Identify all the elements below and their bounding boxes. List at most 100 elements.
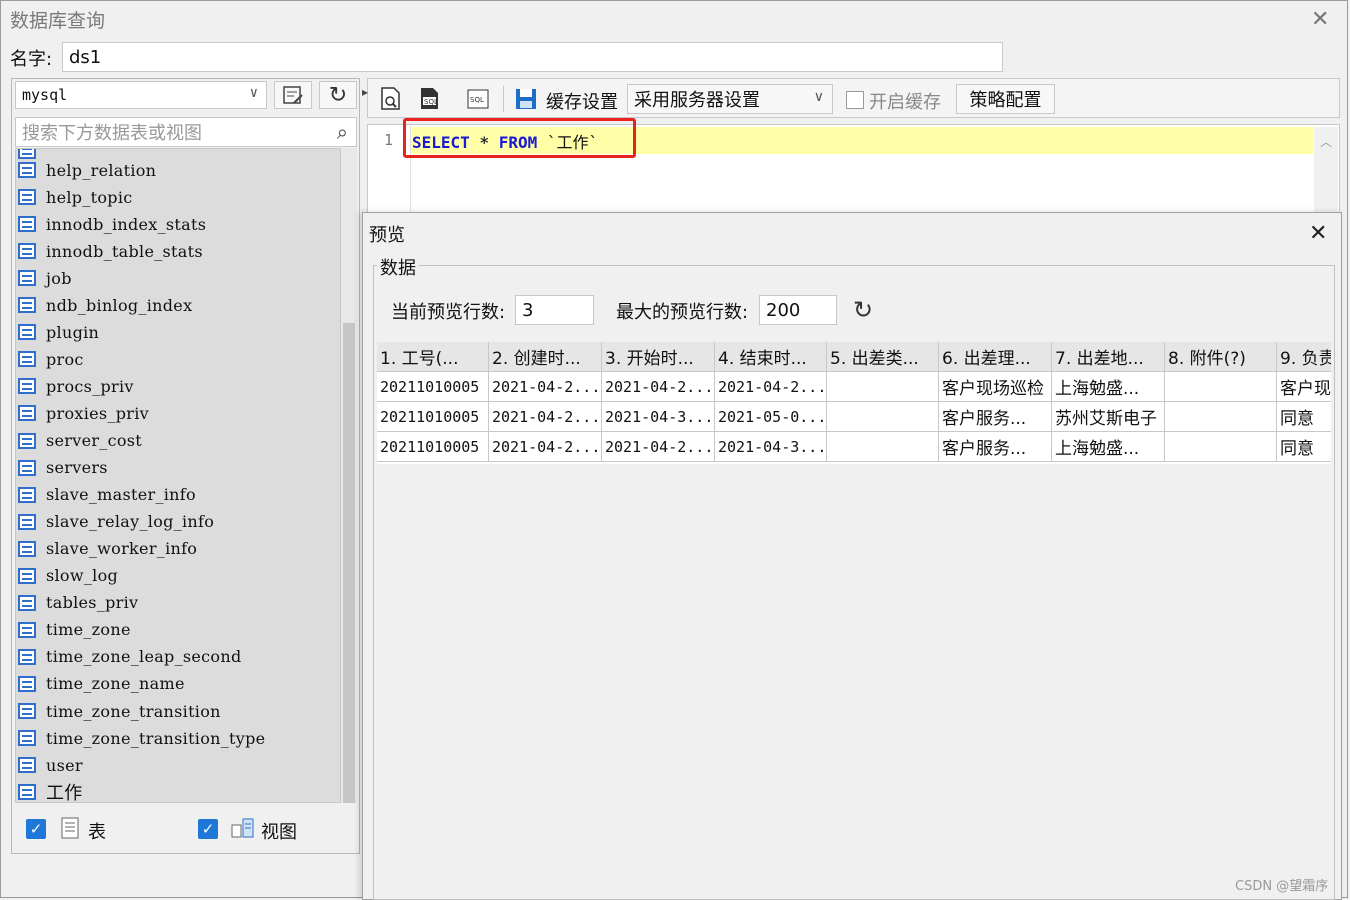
table-icon <box>18 621 36 638</box>
grid-cell[interactable]: 20211010005 <box>377 402 489 432</box>
grid-cell[interactable] <box>827 402 939 432</box>
grid-cell[interactable] <box>827 372 939 402</box>
table-list-item[interactable]: time_zone_transition_type <box>18 726 265 750</box>
table-list-item[interactable]: time_zone_leap_second <box>18 645 242 669</box>
grid-cell[interactable]: 2021-04-2... <box>715 372 827 402</box>
current-rows-input[interactable]: 3 <box>515 295 594 325</box>
grid-cell[interactable]: 客户现 <box>1277 372 1331 402</box>
table-list-scrollbar[interactable] <box>341 148 357 803</box>
name-input[interactable]: ds1 <box>62 42 1003 72</box>
table-list-item[interactable]: time_zone_name <box>18 672 185 696</box>
max-rows-input[interactable]: 200 <box>759 295 837 325</box>
show-tables-label: 表 <box>88 822 106 843</box>
grid-cell[interactable] <box>827 432 939 462</box>
preview-query-button[interactable] <box>380 87 402 116</box>
grid-cell[interactable]: 同意 <box>1277 432 1331 462</box>
grid-header-cell[interactable]: 5. 出差类... <box>827 342 939 372</box>
table-icon <box>18 784 36 801</box>
grid-cell[interactable]: 2021-04-2... <box>489 372 602 402</box>
grid-header-cell[interactable]: 6. 出差理... <box>939 342 1052 372</box>
table-icon <box>18 324 36 341</box>
grid-header-cell[interactable]: 3. 开始时... <box>602 342 715 372</box>
table-list-item[interactable]: help_relation <box>18 158 156 182</box>
scrollbar-thumb[interactable] <box>343 323 355 803</box>
refresh-icon: ↻ <box>328 82 348 108</box>
svg-text:SQL: SQL <box>424 98 438 106</box>
table-list-item[interactable]: tables_priv <box>18 591 138 615</box>
table-list-item[interactable]: user <box>18 753 83 777</box>
table-list-item[interactable]: proxies_priv <box>18 401 149 425</box>
grid-cell[interactable]: 同意 <box>1277 402 1331 432</box>
table-list-item[interactable]: procs_priv <box>18 374 134 398</box>
grid-cell[interactable] <box>1165 432 1277 462</box>
grid-cell[interactable]: 上海勉盛... <box>1052 372 1165 402</box>
table-name: time_zone_name <box>46 674 185 694</box>
grid-cell[interactable]: 20211010005 <box>377 432 489 462</box>
window-close-icon[interactable]: ✕ <box>1311 9 1329 31</box>
grid-cell[interactable]: 20211010005 <box>377 372 489 402</box>
grid-cell[interactable]: 客户现场巡检 <box>939 372 1052 402</box>
grid-header-cell[interactable]: 4. 结束时... <box>715 342 827 372</box>
table-list-item[interactable]: slow_log <box>18 564 118 588</box>
table-list-item[interactable]: slave_relay_log_info <box>18 510 214 534</box>
grid-cell[interactable]: 2021-04-2... <box>489 432 602 462</box>
grid-cell[interactable] <box>1165 402 1277 432</box>
table-list-item[interactable]: server_cost <box>18 429 142 453</box>
table-icon <box>18 378 36 395</box>
watermark: CSDN @望霜序 <box>1235 879 1329 894</box>
grid-header-cell[interactable]: 1. 工号(... <box>377 342 489 372</box>
grid-cell[interactable]: 2021-04-3... <box>602 402 715 432</box>
refresh-preview-icon[interactable]: ↻ <box>853 296 873 324</box>
grid-cell[interactable]: 2021-04-3... <box>715 432 827 462</box>
cache-mode-select[interactable]: 采用服务器设置 ∨ <box>627 84 833 114</box>
table-list-item[interactable]: 工作 <box>18 780 83 802</box>
grid-cell[interactable]: 2021-04-2... <box>602 432 715 462</box>
database-select[interactable]: mysql ∨ <box>15 81 267 109</box>
grid-header-cell[interactable]: 8. 附件(?) <box>1165 342 1277 372</box>
table-list-item[interactable]: slave_master_info <box>18 483 196 507</box>
grid-cell[interactable]: 2021-05-0... <box>715 402 827 432</box>
preview-close-icon[interactable]: ✕ <box>1309 223 1327 245</box>
refresh-tables-button[interactable]: ↻ <box>319 81 357 109</box>
grid-cell[interactable]: 2021-04-2... <box>602 372 715 402</box>
search-icon: ⌕ <box>336 120 348 144</box>
table-list-item[interactable]: proc <box>18 347 84 371</box>
grid-cell[interactable]: 客户服务... <box>939 432 1052 462</box>
grid-cell[interactable]: 苏州艾斯电子 <box>1052 402 1165 432</box>
table-name: time_zone_transition <box>46 701 221 721</box>
scroll-up-icon[interactable]: ︿ <box>1320 133 1332 150</box>
table-list-item[interactable]: ndb_binlog_index <box>18 293 192 317</box>
grid-cell[interactable]: 2021-04-2... <box>489 402 602 432</box>
preview-title: 预览 <box>369 225 405 246</box>
sql-file-button[interactable]: SQL <box>419 87 441 116</box>
chevron-down-icon: ∨ <box>249 85 258 101</box>
table-name: proc <box>46 349 84 369</box>
enable-cache-checkbox[interactable] <box>846 91 864 109</box>
table-search-input[interactable]: 搜索下方数据表或视图 ⌕ <box>15 117 357 147</box>
table-list-item[interactable]: time_zone_transition <box>18 699 221 723</box>
table-icon <box>18 432 36 449</box>
grid-cell[interactable] <box>1165 372 1277 402</box>
table-list-item[interactable]: innodb_index_stats <box>18 212 206 236</box>
table-icon <box>18 513 36 530</box>
table-list-item[interactable]: servers <box>18 456 108 480</box>
show-tables-checkbox[interactable]: ✓ <box>26 819 46 839</box>
table-list-item[interactable]: plugin <box>18 320 99 344</box>
table-icon <box>18 270 36 287</box>
expand-left-icon[interactable]: ▸ <box>362 85 368 99</box>
table-list-item[interactable]: innodb_table_stats <box>18 239 203 263</box>
table-list-item[interactable]: slave_worker_info <box>18 537 197 561</box>
editor-scrollbar[interactable]: ︿ <box>1314 127 1338 217</box>
grid-header-cell[interactable]: 9. 负责 <box>1277 342 1331 372</box>
format-sql-button[interactable]: SQL <box>467 87 489 116</box>
table-list-item[interactable]: job <box>18 266 72 290</box>
grid-header-cell[interactable]: 2. 创建时... <box>489 342 602 372</box>
strategy-config-button[interactable]: 策略配置 <box>956 84 1055 114</box>
grid-cell[interactable]: 客户服务... <box>939 402 1052 432</box>
table-list-item[interactable]: time_zone <box>18 618 131 642</box>
table-list-item[interactable]: help_topic <box>18 185 133 209</box>
grid-header-cell[interactable]: 7. 出差地... <box>1052 342 1165 372</box>
show-views-checkbox[interactable]: ✓ <box>198 819 218 839</box>
edit-connection-button[interactable] <box>274 81 312 109</box>
grid-cell[interactable]: 上海勉盛... <box>1052 432 1165 462</box>
